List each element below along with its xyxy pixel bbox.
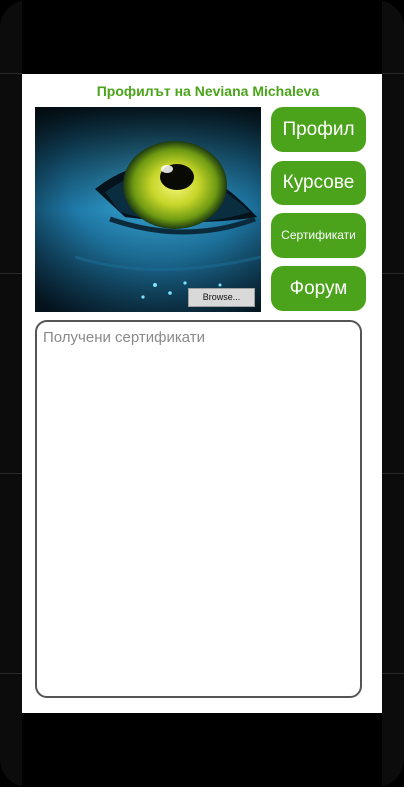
- profile-page: Профилът на Neviana Michaleva Browse... …: [22, 74, 382, 713]
- certificates-button[interactable]: Сертификати: [271, 213, 366, 258]
- browse-button[interactable]: Browse...: [188, 288, 255, 307]
- courses-button[interactable]: Курсове: [271, 161, 366, 205]
- phone-frame: Профилът на Neviana Michaleva Browse... …: [0, 0, 404, 787]
- certificates-panel[interactable]: Получени сертификати: [35, 320, 362, 698]
- page-title: Профилът на Neviana Michaleva: [96, 83, 320, 99]
- profile-photo: Browse...: [35, 107, 261, 312]
- forum-button[interactable]: Форум: [271, 266, 366, 311]
- profile-button[interactable]: Профил: [271, 107, 366, 152]
- eye-image-icon: [35, 107, 261, 312]
